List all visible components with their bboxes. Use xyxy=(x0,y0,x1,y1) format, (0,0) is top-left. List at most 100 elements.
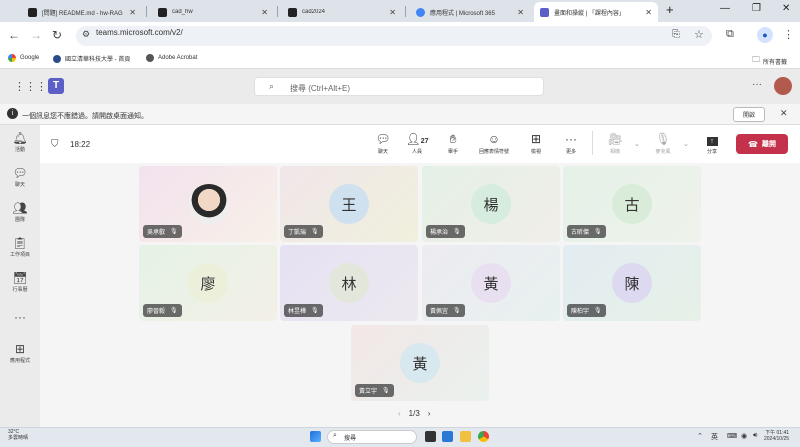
tool-label: 分享 xyxy=(706,149,717,155)
participant-tile[interactable]: 古 古昕傑 🎙︎ xyxy=(563,166,701,242)
view-button[interactable]: ⊞ 檢視 xyxy=(521,132,551,155)
raise-hand-button[interactable]: ✋︎ 舉手 xyxy=(438,132,468,155)
site-info-icon[interactable]: ⚙ xyxy=(82,29,90,40)
url-text[interactable]: teams.microsoft.com/v2/ xyxy=(96,28,183,37)
browser-tab-1[interactable]: [問題] README.md - hw-RAG ✕ xyxy=(22,2,142,22)
all-bookmarks-label: 所有書籤 xyxy=(763,59,788,66)
participant-tile[interactable]: 黃 黃佩宜 🎙︎ xyxy=(422,245,560,321)
rail-item-calendar[interactable]: 📅︎ 行事曆 xyxy=(0,271,40,293)
more-options-icon[interactable]: ··· xyxy=(752,79,762,90)
browser-tab-3[interactable]: cad2024 ✕ xyxy=(282,2,402,22)
participant-tile[interactable]: 廖 廖晉毅 🎙︎ xyxy=(139,245,277,321)
page-indicator: 1/3 xyxy=(408,409,420,418)
browser-tab-2[interactable]: cad_hw ✕ xyxy=(152,2,274,22)
participant-tile[interactable]: 林 林昱樺 🎙︎ xyxy=(280,245,418,321)
close-icon[interactable]: ✕ xyxy=(645,8,652,17)
windows-start-icon[interactable] xyxy=(310,431,321,442)
tool-label: 更多 xyxy=(565,149,576,155)
acrobat-icon xyxy=(146,54,154,62)
chevron-right-icon[interactable]: › xyxy=(428,409,431,418)
chat-button[interactable]: 💬︎ 聊天 xyxy=(368,132,398,155)
avatar[interactable] xyxy=(774,77,792,95)
share-button[interactable]: ↑ 分享 xyxy=(697,132,727,155)
close-icon[interactable]: ✕ xyxy=(780,108,788,119)
chevron-left-icon[interactable]: ‹ xyxy=(398,409,401,418)
extensions-icon[interactable]: ⧉ xyxy=(726,28,734,41)
participant-tile[interactable]: 黃 黃立宇 🎙︎ xyxy=(351,325,489,401)
browser-tab-5-active[interactable]: 畫面和操縱 | 「課程內容」 ✕ xyxy=(534,2,658,22)
open-notification-button[interactable]: 開啟 xyxy=(733,107,765,122)
tab-label: cad_hw xyxy=(172,9,193,15)
people-button[interactable]: 👤︎27 人員 xyxy=(402,132,432,155)
profile-icon[interactable]: ● xyxy=(757,27,773,43)
file-explorer-icon[interactable] xyxy=(460,431,471,442)
back-icon[interactable]: ← xyxy=(8,28,20,42)
participant-tile[interactable]: 陳 陳柏宇 🎙︎ xyxy=(563,245,701,321)
bookmark-star-icon[interactable]: ☆ xyxy=(694,28,704,41)
more-icon: ··· xyxy=(14,310,26,324)
reload-icon[interactable]: ↻ xyxy=(52,28,62,42)
taskbar-search[interactable] xyxy=(327,430,417,444)
camera-button[interactable]: 🎥︎ 相機 xyxy=(600,132,630,155)
bookmark-school[interactable]: 國立清華科技大學 - 首頁 xyxy=(53,54,130,63)
keyboard-icon[interactable]: ⌨ xyxy=(727,432,737,440)
participant-name-tag: 丁凱瑞 🎙︎ xyxy=(284,225,323,238)
minimize-icon[interactable]: — xyxy=(720,3,730,14)
close-icon[interactable]: ✕ xyxy=(261,8,268,17)
more-button[interactable]: ··· 更多 xyxy=(556,132,586,155)
new-tab-button[interactable]: + xyxy=(666,2,674,17)
rail-item-apps[interactable]: ⊞ 應用程式 xyxy=(0,342,40,364)
app-launcher-icon[interactable]: ⋮⋮⋮ xyxy=(14,80,47,93)
bookmark-acrobat[interactable]: Adobe Acrobat xyxy=(146,54,197,62)
bookmark-google[interactable]: Google xyxy=(8,54,39,62)
chrome-icon[interactable] xyxy=(478,431,489,442)
close-window-icon[interactable]: ✕ xyxy=(782,3,790,14)
mic-muted-icon: 🎙︎ xyxy=(311,229,319,235)
browser-tab-4[interactable]: 應用程式 | Microsoft 365 ✕ xyxy=(410,2,530,22)
close-icon[interactable]: ✕ xyxy=(389,8,396,17)
app-icon[interactable] xyxy=(442,431,453,442)
close-icon[interactable]: ✕ xyxy=(517,8,524,17)
chevron-down-icon[interactable]: ⌄ xyxy=(683,140,689,148)
volume-icon[interactable]: 🔊︎ xyxy=(753,432,757,440)
avatar-initial: 陳 xyxy=(612,263,652,303)
tool-label: 相機 xyxy=(609,149,620,155)
weather-widget[interactable]: 32°C 多雲時晴 xyxy=(8,429,28,441)
participant-name-tag: 楊承治 🎙︎ xyxy=(426,225,465,238)
taskbar-clock[interactable]: 下午 01:41 2024/10/25 xyxy=(764,430,789,442)
rail-item-chat[interactable]: 💬︎ 聊天 xyxy=(0,166,40,188)
assignments-icon: 📋︎ xyxy=(12,236,28,250)
chevron-down-icon[interactable]: ⌄ xyxy=(634,140,640,148)
forward-icon[interactable]: → xyxy=(30,28,42,42)
rail-item-teams[interactable]: 👥︎ 團隊 xyxy=(0,201,40,223)
task-view-icon[interactable] xyxy=(425,431,436,442)
participant-tile[interactable]: 楊 楊承治 🎙︎ xyxy=(422,166,560,242)
rail-item-more[interactable]: ··· xyxy=(0,310,40,324)
leave-button[interactable]: ☎ 離開 xyxy=(736,134,788,154)
bookmark-label: Google xyxy=(20,55,40,61)
react-button[interactable]: ☺ 回應表情符號 xyxy=(473,132,515,155)
participant-tile[interactable]: 吳承叡 🎙︎ xyxy=(139,166,277,242)
raise-hand-icon: ✋︎ xyxy=(449,132,457,146)
participant-name-tag: 吳承叡 🎙︎ xyxy=(143,225,182,238)
maximize-icon[interactable]: ❐ xyxy=(752,3,761,14)
all-bookmarks[interactable]: 🗀 所有書籤 xyxy=(752,54,787,68)
participant-name-tag: 黃佩宜 🎙︎ xyxy=(426,304,465,317)
network-icon[interactable]: ◉ xyxy=(741,432,747,440)
install-app-icon[interactable]: ⎘ xyxy=(672,29,680,40)
close-icon[interactable]: ✕ xyxy=(129,8,136,17)
participant-tile[interactable]: 王 丁凱瑞 🎙︎ xyxy=(280,166,418,242)
input-method-icon[interactable]: 英 xyxy=(711,432,718,442)
chevron-up-icon[interactable]: ⌃ xyxy=(697,432,703,440)
tool-label: 人員 xyxy=(411,149,422,155)
rail-item-activity[interactable]: 🔔︎ 活動 xyxy=(0,131,40,153)
bookmarks-bar: Google 國立清華科技大學 - 首頁 Adobe Acrobat 🗀 所有書… xyxy=(0,49,800,69)
mic-muted-icon: 🎙︎ xyxy=(382,388,390,394)
teams-icon: 👥︎ xyxy=(12,201,28,215)
browser-menu-icon[interactable]: ⋮ xyxy=(783,28,794,41)
rail-item-assignments[interactable]: 📋︎ 工作項目 xyxy=(0,236,40,258)
mic-button[interactable]: 🎙︎ 麥克風 xyxy=(648,132,678,155)
avatar-initial: 楊 xyxy=(471,184,511,224)
participant-name-tag: 陳柏宇 🎙︎ xyxy=(567,304,606,317)
phone-hangup-icon: ☎ xyxy=(748,139,758,149)
